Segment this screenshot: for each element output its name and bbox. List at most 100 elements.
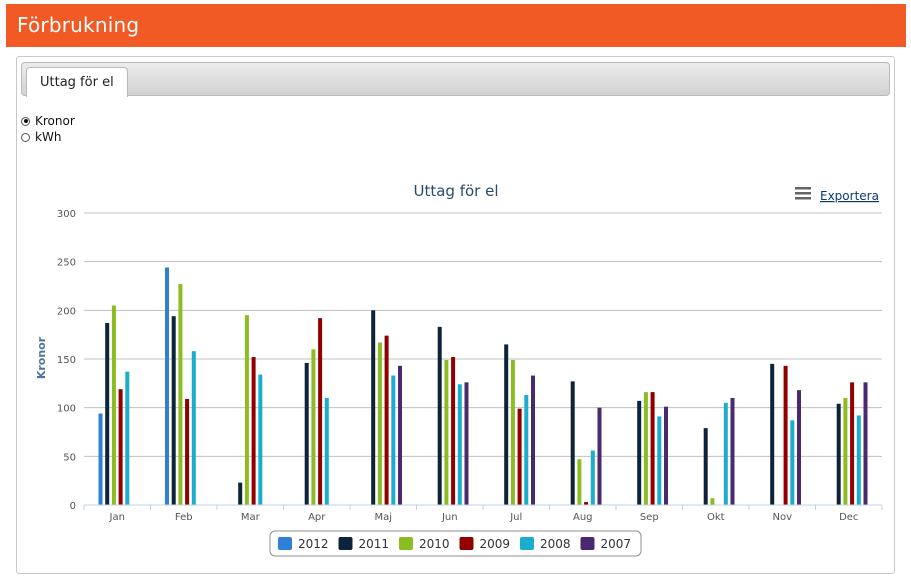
bar-2008-Aug[interactable] (590, 450, 595, 505)
legend-swatch[interactable] (278, 537, 292, 550)
bar-2008-Dec[interactable] (856, 415, 861, 505)
bar-2007-Sep[interactable] (664, 406, 668, 505)
chart-title: Uttag för el (413, 182, 498, 200)
bar-2011-Jul[interactable] (504, 344, 509, 505)
bar-2011-Aug[interactable] (570, 381, 575, 505)
y-tick-label: 300 (57, 209, 76, 220)
bar-2011-Jan[interactable] (105, 322, 110, 505)
bar-2011-Mar[interactable] (238, 482, 243, 505)
bar-2008-Feb[interactable] (191, 351, 196, 505)
x-tick-label: Okt (707, 512, 725, 523)
bar-2010-Mar[interactable] (244, 315, 249, 505)
chart-grid (84, 212, 882, 457)
legend-swatch[interactable] (399, 537, 413, 550)
bar-2009-Jan[interactable] (118, 389, 123, 505)
export-button[interactable]: Exportera (795, 187, 879, 203)
legend-item-2010[interactable]: 2010 (399, 537, 450, 551)
bar-2011-Jun[interactable] (437, 326, 442, 505)
bar-2010-Jan[interactable] (111, 305, 116, 505)
legend-label[interactable]: 2011 (359, 537, 390, 551)
bar-2010-Apr[interactable] (311, 349, 316, 505)
bar-2010-Feb[interactable] (178, 284, 183, 505)
x-tick-label: Maj (374, 512, 392, 523)
bar-2007-Jul[interactable] (531, 375, 535, 505)
bar-2009-Jun[interactable] (451, 357, 456, 505)
bar-2008-Jul[interactable] (524, 395, 529, 505)
bar-2007-Okt[interactable] (730, 397, 735, 505)
legend-swatch[interactable] (338, 537, 353, 550)
x-tick-label: Dec (839, 512, 858, 523)
x-tick-label: Jun (441, 512, 458, 523)
bar-2009-Nov[interactable] (783, 365, 788, 505)
bar-2009-Mar[interactable] (251, 357, 256, 505)
menu-icon[interactable] (795, 187, 811, 200)
bar-2011-Feb[interactable] (171, 316, 176, 505)
bar-2008-Apr[interactable] (324, 397, 329, 505)
chart-bars (98, 267, 868, 505)
legend-item-2011[interactable]: 2011 (338, 537, 390, 551)
bar-2010-Jun[interactable] (444, 359, 449, 505)
bar-2007-Maj[interactable] (398, 365, 402, 505)
bar-2012-Jan[interactable] (98, 413, 103, 505)
legend-swatch[interactable] (580, 537, 595, 550)
bar-2007-Nov[interactable] (797, 390, 801, 505)
x-tick-label: Jan (109, 512, 125, 523)
bar-2007-Aug[interactable] (597, 407, 602, 505)
legend-item-2012[interactable]: 2012 (278, 537, 329, 551)
bar-2007-Jun[interactable] (464, 382, 469, 505)
bar-2010-Aug[interactable] (577, 459, 582, 505)
legend-label[interactable]: 2009 (480, 537, 511, 551)
bar-2009-Jul[interactable] (517, 408, 522, 505)
bar-2010-Okt[interactable] (710, 498, 715, 505)
x-tick-label: Sep (640, 512, 659, 523)
bar-2010-Maj[interactable] (377, 342, 382, 505)
bar-2011-Nov[interactable] (770, 363, 775, 505)
bar-2008-Okt[interactable] (723, 402, 728, 505)
bar-2012-Feb[interactable] (165, 267, 169, 505)
legend-swatch[interactable] (520, 537, 534, 550)
legend-item-2008[interactable]: 2008 (520, 537, 571, 551)
chart-legend: 2012 2011 2010 2009 2008 2007 (269, 530, 642, 557)
bar-2008-Jun[interactable] (457, 384, 462, 505)
bar-2008-Maj[interactable] (391, 375, 396, 505)
bar-2009-Maj[interactable] (384, 335, 389, 505)
y-axis-title: Kronor (35, 336, 48, 379)
y-tick-label: 250 (57, 258, 76, 269)
legend-item-2009[interactable]: 2009 (459, 537, 511, 551)
bar-2009-Sep[interactable] (650, 392, 655, 505)
bar-2008-Jan[interactable] (125, 371, 130, 505)
consumption-chart: 0 50 100 150 200 250 300 Jan Feb Mar Apr Maj Jun Jul A… (35, 182, 883, 557)
bar-2010-Dec[interactable] (843, 397, 848, 505)
export-label[interactable]: Exportera (820, 189, 879, 203)
bar-2011-Dec[interactable] (836, 403, 841, 505)
bar-2007-Dec[interactable] (863, 382, 868, 505)
bar-2011-Apr[interactable] (304, 362, 309, 505)
legend-label[interactable]: 2007 (601, 537, 632, 551)
bar-2009-Feb[interactable] (185, 398, 190, 505)
legend-swatch[interactable] (459, 537, 474, 550)
legend-label[interactable]: 2012 (298, 537, 329, 551)
legend-label[interactable]: 2008 (540, 537, 571, 551)
bar-2009-Apr[interactable] (318, 318, 323, 505)
bar-2008-Sep[interactable] (657, 416, 662, 505)
x-tick-label: Feb (175, 512, 193, 523)
bar-2011-Okt[interactable] (703, 428, 708, 505)
y-tick-label: 150 (57, 355, 76, 366)
y-tick-label: 0 (70, 501, 76, 512)
bar-2008-Mar[interactable] (258, 374, 263, 505)
x-tick-label: Mar (241, 512, 261, 523)
x-tick-label: Aug (573, 512, 593, 523)
y-tick-label: 200 (57, 306, 76, 317)
bar-2008-Nov[interactable] (790, 420, 795, 505)
bar-2010-Sep[interactable] (643, 392, 648, 505)
bar-2011-Maj[interactable] (371, 310, 376, 505)
bar-2010-Jul[interactable] (510, 359, 515, 505)
legend-item-2007[interactable]: 2007 (580, 537, 632, 551)
x-tick-label: Apr (308, 512, 326, 523)
y-tick-label: 100 (57, 404, 76, 415)
bar-2009-Dec[interactable] (850, 382, 855, 505)
bar-2011-Sep[interactable] (637, 400, 642, 505)
x-tick-label: Jul (509, 512, 522, 523)
legend-label[interactable]: 2010 (419, 537, 450, 551)
y-tick-label: 50 (63, 452, 76, 463)
